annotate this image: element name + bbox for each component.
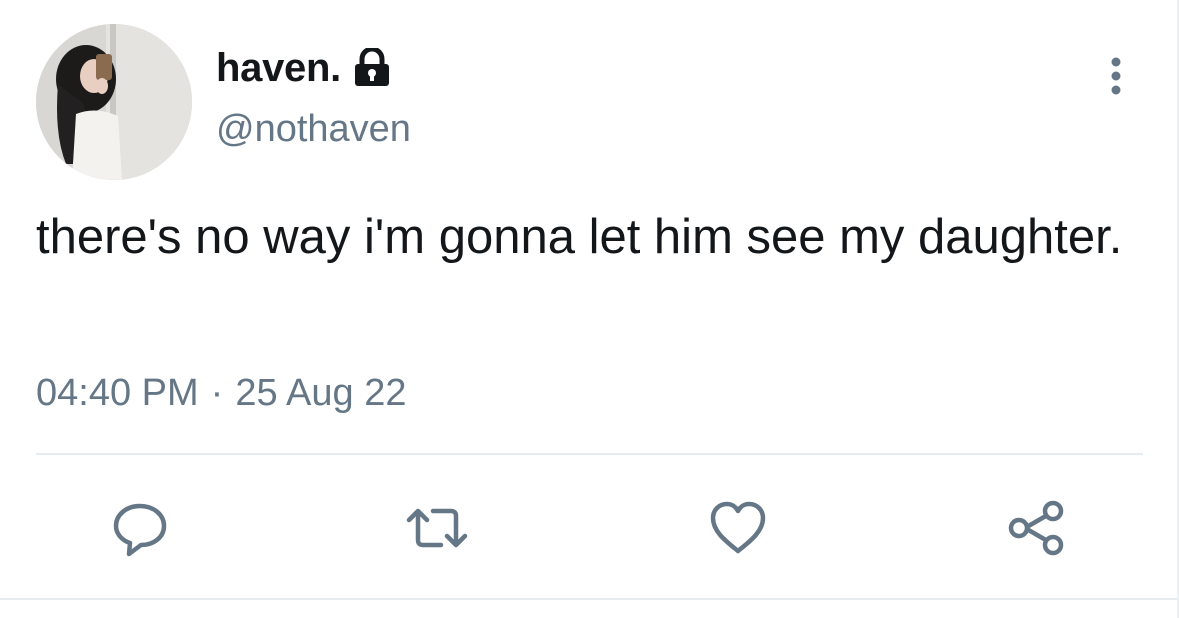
lock-icon xyxy=(353,46,391,88)
tweet-text: there's no way i'm gonna let him see my … xyxy=(36,210,1123,264)
reply-button[interactable] xyxy=(106,494,174,562)
divider xyxy=(36,453,1143,455)
timestamp-separator: · xyxy=(210,372,224,414)
heart-icon xyxy=(710,501,766,554)
profile-photo-icon xyxy=(36,24,192,180)
avatar[interactable] xyxy=(36,24,192,180)
tweet-time: 04:40 PM xyxy=(36,372,199,414)
tweet-card: haven. @nothaven there's no way i'm gonn… xyxy=(0,0,1179,618)
tweet-date: 25 Aug 22 xyxy=(235,372,407,414)
user-handle[interactable]: @nothaven xyxy=(216,108,411,151)
retweet-button[interactable] xyxy=(403,494,471,562)
share-button[interactable] xyxy=(1003,494,1071,562)
reply-icon xyxy=(113,503,167,557)
bottom-divider xyxy=(0,598,1179,600)
display-name[interactable]: haven. xyxy=(216,46,341,91)
retweet-icon xyxy=(406,508,468,548)
like-button[interactable] xyxy=(704,494,772,562)
more-vertical-icon xyxy=(1111,57,1121,95)
more-options-button[interactable] xyxy=(1096,52,1136,100)
share-icon xyxy=(1008,500,1064,556)
display-name-row: haven. xyxy=(216,40,391,96)
tweet-timestamp[interactable]: 04:40 PM · 25 Aug 22 xyxy=(36,372,406,415)
